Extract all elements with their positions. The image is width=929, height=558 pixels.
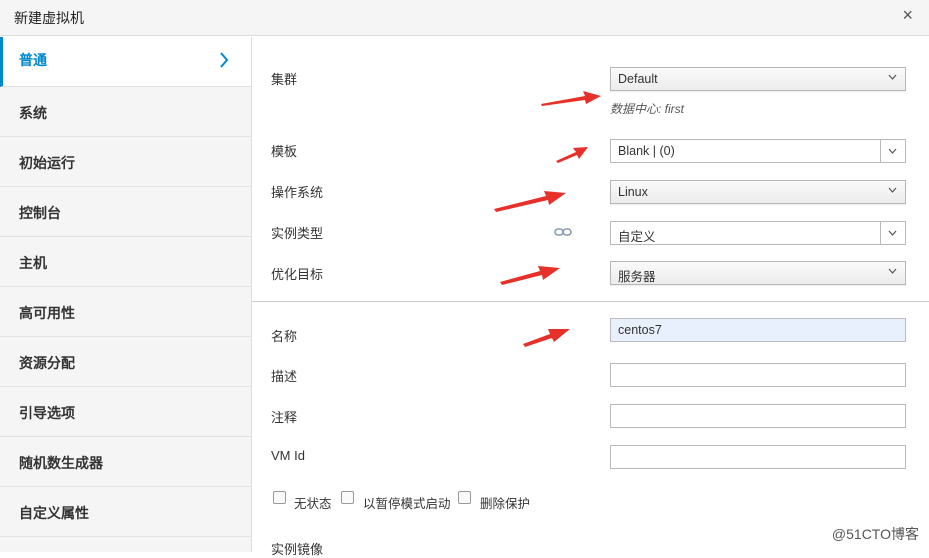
- os-select[interactable]: Linux: [610, 180, 906, 204]
- vm-id-label: VM Id: [271, 448, 305, 463]
- cluster-value: Default: [618, 72, 658, 86]
- sidebar-item-custom-properties[interactable]: 自定义属性: [0, 487, 251, 537]
- sidebar-item-rng[interactable]: 随机数生成器: [0, 437, 251, 487]
- optimize-label: 优化目标: [271, 267, 324, 282]
- sidebar-item-host[interactable]: 主机: [0, 237, 251, 287]
- chevron-right-icon: [220, 52, 229, 68]
- sidebar-item-label: 随机数生成器: [19, 455, 103, 471]
- delete-protection-label: 删除保护: [480, 497, 531, 511]
- start-paused-checkbox[interactable]: [341, 491, 354, 504]
- template-dropdown-button[interactable]: [880, 140, 905, 162]
- general-form: 集群 Default 数据中心: first 模板 Blank | (0) 操作…: [252, 37, 929, 557]
- name-value: centos7: [618, 323, 662, 337]
- sidebar-item-resource-allocation[interactable]: 资源分配: [0, 337, 251, 387]
- name-label: 名称: [271, 329, 298, 344]
- datacenter-hint: 数据中心: first: [610, 102, 684, 116]
- sidebar-item-label: 高可用性: [19, 305, 75, 321]
- sidebar-item-label: 系统: [19, 105, 47, 121]
- link-icon[interactable]: [554, 227, 572, 237]
- instance-type-label: 实例类型: [271, 226, 324, 241]
- cluster-select[interactable]: Default: [610, 67, 906, 91]
- sidebar-item-label: 引导选项: [19, 405, 75, 421]
- instance-image-label: 实例镜像: [271, 542, 324, 557]
- stateless-label: 无状态: [294, 497, 332, 511]
- sidebar-item-system[interactable]: 系统: [0, 87, 251, 137]
- template-label: 模板: [271, 144, 298, 159]
- name-input[interactable]: centos7: [610, 318, 906, 342]
- description-label: 描述: [271, 369, 298, 384]
- sidebar-item-console[interactable]: 控制台: [0, 187, 251, 237]
- instance-type-select[interactable]: 自定义: [610, 221, 906, 245]
- sidebar-item-boot-options[interactable]: 引导选项: [0, 387, 251, 437]
- sidebar-item-initial-run[interactable]: 初始运行: [0, 137, 251, 187]
- stateless-checkbox[interactable]: [273, 491, 286, 504]
- chevron-down-icon: [888, 148, 897, 154]
- chevron-down-icon: [888, 74, 897, 80]
- instance-type-dropdown-button[interactable]: [880, 222, 905, 244]
- os-label: 操作系统: [271, 185, 324, 200]
- chevron-down-icon: [888, 268, 897, 274]
- sidebar: 普通 系统 初始运行 控制台 主机 高可用性 资源分配 引导选项 随机数生成器 …: [0, 37, 252, 552]
- dialog-titlebar: 新建虚拟机 ×: [0, 0, 929, 36]
- sidebar-item-high-availability[interactable]: 高可用性: [0, 287, 251, 337]
- sidebar-item-label: 主机: [19, 255, 47, 271]
- os-value: Linux: [618, 185, 648, 199]
- start-paused-label: 以暂停模式启动: [363, 497, 451, 511]
- sidebar-item-label: 初始运行: [19, 155, 75, 171]
- dialog-title: 新建虚拟机: [14, 10, 84, 26]
- template-select[interactable]: Blank | (0): [610, 139, 906, 163]
- delete-protection-checkbox[interactable]: [458, 491, 471, 504]
- comment-label: 注释: [271, 410, 298, 425]
- close-icon[interactable]: ×: [902, 5, 913, 25]
- optimize-select[interactable]: 服务器: [610, 261, 906, 285]
- sidebar-item-general[interactable]: 普通: [0, 37, 251, 87]
- template-value: Blank | (0): [618, 144, 675, 158]
- description-input[interactable]: [610, 363, 906, 387]
- cluster-label: 集群: [271, 72, 298, 87]
- sidebar-item-label: 自定义属性: [19, 505, 89, 521]
- section-divider: [252, 301, 929, 302]
- sidebar-item-label: 资源分配: [19, 355, 75, 371]
- comment-input[interactable]: [610, 404, 906, 428]
- watermark: @51CTO博客: [831, 526, 919, 542]
- sidebar-item-label: 普通: [19, 52, 47, 68]
- chevron-down-icon: [888, 230, 897, 236]
- vm-id-input[interactable]: [610, 445, 906, 469]
- instance-type-value: 自定义: [618, 230, 656, 244]
- sidebar-item-label: 控制台: [19, 205, 61, 221]
- chevron-down-icon: [888, 187, 897, 193]
- optimize-value: 服务器: [618, 270, 656, 284]
